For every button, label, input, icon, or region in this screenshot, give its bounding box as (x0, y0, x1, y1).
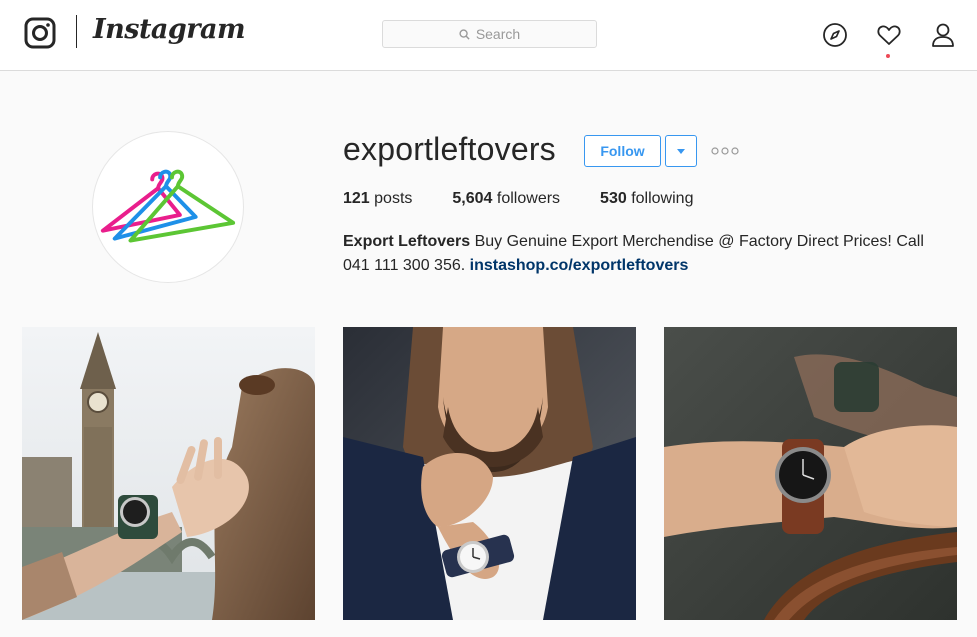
hangers-logo-image (100, 169, 236, 243)
follow-button[interactable]: Follow (584, 135, 661, 167)
post-image (664, 327, 957, 620)
posts-label: posts (374, 190, 413, 207)
posts-count: 121 (343, 190, 370, 207)
instagram-glyph-icon[interactable] (24, 17, 56, 49)
following-count: 530 (600, 190, 627, 207)
followers-count: 5,604 (452, 190, 493, 207)
followers-stat[interactable]: 5,604 followers (452, 190, 560, 208)
notification-dot (886, 54, 890, 58)
followers-label: followers (496, 190, 561, 207)
post-image (343, 327, 636, 620)
post-thumbnail[interactable] (664, 327, 957, 620)
bio-link[interactable]: instashop.co/exportleftovers (470, 257, 689, 274)
top-navigation: Instagram Search (0, 0, 977, 71)
profile-full-name: Export Leftovers (343, 233, 471, 250)
posts-stat: 121 posts (343, 190, 412, 208)
compass-icon[interactable] (822, 22, 848, 48)
logo-divider (76, 15, 77, 48)
post-thumbnail[interactable] (343, 327, 636, 620)
following-label: following (631, 190, 694, 207)
profile-stats: 121 posts 5,604 followers 530 following (343, 190, 733, 208)
user-icon[interactable] (930, 22, 956, 48)
search-placeholder: Search (475, 26, 521, 42)
more-options-icon[interactable] (710, 145, 740, 157)
instagram-wordmark[interactable]: Instagram (93, 14, 246, 45)
profile-avatar[interactable] (92, 131, 244, 283)
heart-icon[interactable] (876, 22, 902, 48)
following-stat[interactable]: 530 following (600, 190, 693, 208)
caret-down-icon (677, 148, 685, 154)
post-image (22, 327, 315, 620)
profile-bio: Export Leftovers Buy Genuine Export Merc… (343, 230, 953, 278)
search-icon (459, 28, 470, 40)
suggestions-dropdown-button[interactable] (665, 135, 697, 167)
profile-username: exportleftovers (343, 131, 556, 167)
search-input[interactable]: Search (382, 20, 597, 48)
post-thumbnail[interactable] (22, 327, 315, 620)
